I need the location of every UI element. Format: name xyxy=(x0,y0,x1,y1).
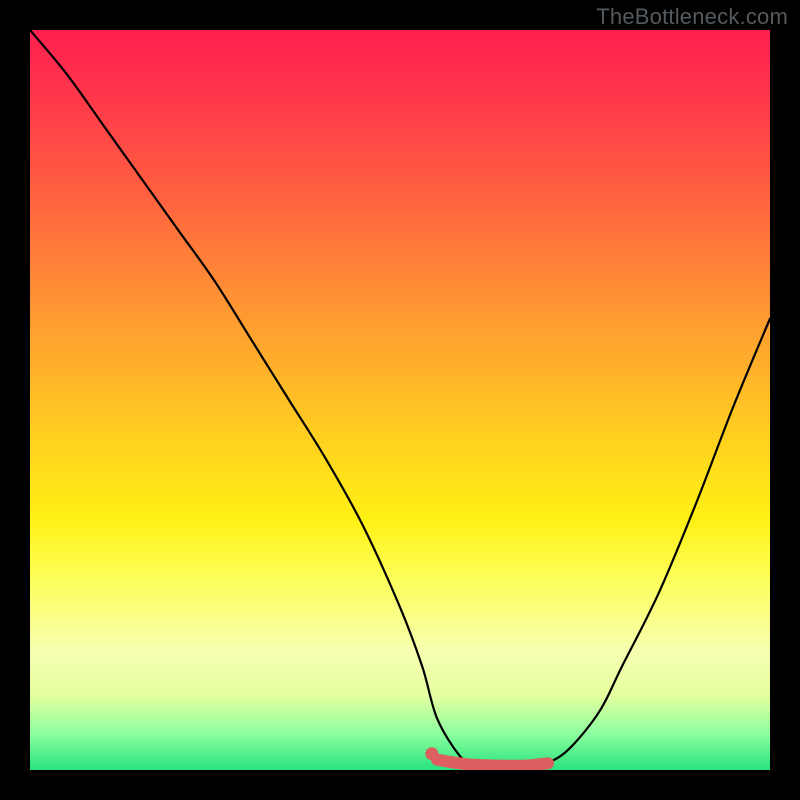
optimal-start-dot xyxy=(425,747,438,760)
chart-frame: TheBottleneck.com xyxy=(0,0,800,800)
curve-svg xyxy=(30,30,770,770)
bottleneck-curve xyxy=(30,30,770,767)
optimal-range-highlight xyxy=(437,760,548,766)
watermark-text: TheBottleneck.com xyxy=(596,4,788,30)
plot-area xyxy=(30,30,770,770)
